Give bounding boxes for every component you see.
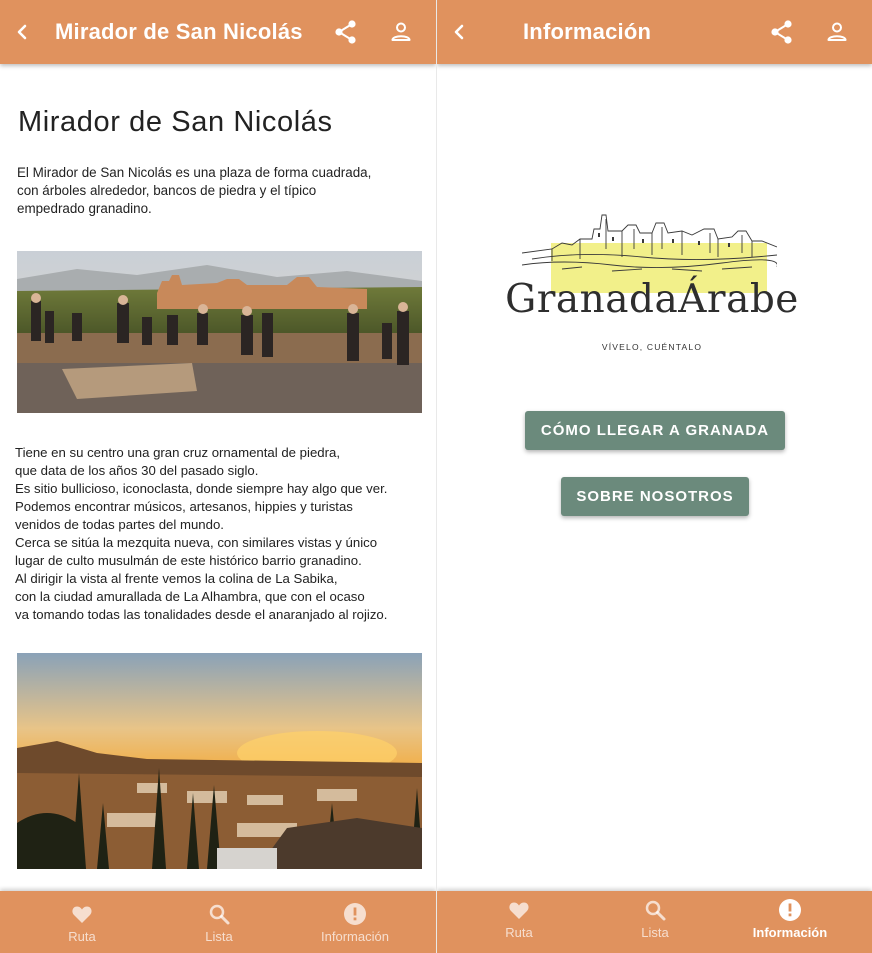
about-us-button[interactable]: SOBRE NOSOTROS xyxy=(561,477,749,516)
share-icon[interactable] xyxy=(769,19,795,45)
chevron-left-icon[interactable] xyxy=(449,20,471,44)
tab-informacion[interactable]: Información xyxy=(725,887,855,949)
tab-label: Lista xyxy=(641,925,669,940)
tab-label: Ruta xyxy=(505,925,533,940)
app-bar: Mirador de San Nicolás xyxy=(0,0,436,64)
tab-lista[interactable]: Lista xyxy=(154,891,284,953)
chevron-left-icon[interactable] xyxy=(12,20,34,44)
place-heading: Mirador de San Nicolás xyxy=(18,106,333,138)
heart-icon xyxy=(509,902,529,919)
person-icon[interactable] xyxy=(825,20,849,44)
tab-ruta[interactable]: Ruta xyxy=(454,887,584,949)
share-icon[interactable] xyxy=(333,19,359,45)
logo-wordmark: GranadaÁrabe xyxy=(505,277,799,322)
heart-icon xyxy=(72,906,92,923)
place-detail-screen: Mirador de San Nicolás Mirador de San Ni… xyxy=(0,0,436,953)
search-icon xyxy=(645,900,666,921)
place-intro: El Mirador de San Nicolás es una plaza d… xyxy=(17,165,372,216)
granada-arabe-logo: GranadaÁrabe VÍVELO, CUÉNTALO xyxy=(497,209,807,359)
bottom-navigation: Ruta Lista Información xyxy=(437,891,872,953)
tab-label: Información xyxy=(321,929,389,944)
app-bar-title: Información xyxy=(523,19,652,44)
mirador-photo xyxy=(17,251,422,413)
person-icon[interactable] xyxy=(389,20,413,44)
tab-label: Información xyxy=(752,925,828,940)
tab-label: Lista xyxy=(205,929,233,944)
bottom-navigation: Ruta Lista Información xyxy=(0,891,436,953)
information-screen: Información GranadaÁrabe VÍVELO, CUÉNTAL… xyxy=(437,0,872,953)
logo-tagline: VÍVELO, CUÉNTALO xyxy=(601,342,703,352)
place-content[interactable]: Mirador de San Nicolás El Mirador de San… xyxy=(0,64,436,895)
how-to-get-button[interactable]: CÓMO LLEGAR A GRANADA xyxy=(525,411,785,450)
search-icon xyxy=(209,904,230,925)
tab-lista[interactable]: Lista xyxy=(590,887,720,949)
tab-informacion[interactable]: Información xyxy=(290,891,420,953)
info-icon xyxy=(779,899,801,921)
information-content: GranadaÁrabe VÍVELO, CUÉNTALO CÓMO LLEGA… xyxy=(437,64,872,895)
place-description: Tiene en su centro una gran cruz ornamen… xyxy=(15,445,388,622)
tab-ruta[interactable]: Ruta xyxy=(17,891,147,953)
sunset-photo xyxy=(17,653,422,869)
tab-label: Ruta xyxy=(68,929,96,944)
app-bar: Información xyxy=(437,0,872,64)
info-icon xyxy=(344,903,366,925)
app-bar-title: Mirador de San Nicolás xyxy=(55,19,303,44)
